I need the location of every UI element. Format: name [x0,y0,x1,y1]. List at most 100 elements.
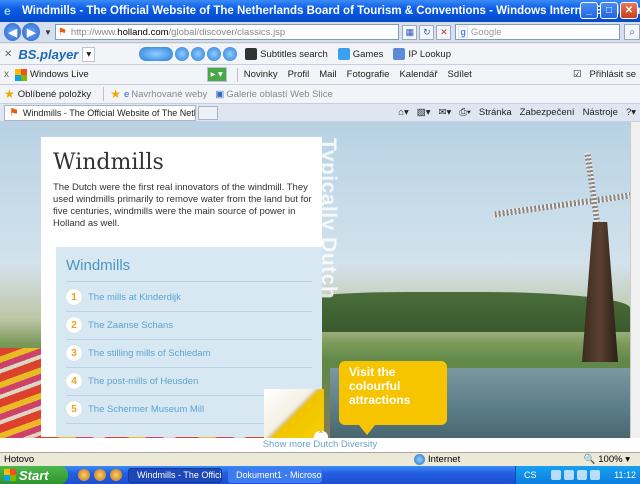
favorites-star-icon: ★ [4,87,15,101]
search-input[interactable]: g Google [455,24,621,40]
close-button[interactable]: ✕ [620,2,638,19]
signin-checkbox-icon[interactable]: ☑ [573,69,582,80]
live-item-1[interactable]: Profil [288,69,310,80]
visit-attractions-button[interactable]: Visit the colourful attractions [339,361,447,435]
back-button[interactable]: ◀ [4,23,22,41]
windows-live-label[interactable]: Windows Live [30,69,89,80]
safety-menu[interactable]: Zabezpečení [520,107,575,118]
history-dropdown-icon[interactable]: ▼ [44,28,52,37]
live-item-2[interactable]: Mail [319,69,336,80]
live-item-0[interactable]: Novinky [244,69,278,80]
minimize-button[interactable]: _ [580,2,598,19]
live-item-3[interactable]: Fotografie [347,69,390,80]
tab-row: ⚑ Windmills - The Official Website of Th… [0,104,640,122]
windows-live-icon [15,68,27,81]
help-icon[interactable]: ?▾ [626,107,636,118]
chevron-up-icon[interactable]: ⌃ [314,431,328,439]
list-item-link[interactable]: The Zaanse Schans [88,320,173,331]
media-play-icon[interactable] [191,47,206,61]
ip-lookup-button[interactable]: IP Lookup [393,48,451,60]
bsplayer-logo[interactable]: BS.player [18,47,78,62]
system-tray: CS 11:12 [515,466,640,484]
quicklaunch-app-icon[interactable] [94,469,106,481]
quicklaunch-app-icon[interactable] [78,469,90,481]
mail-icon[interactable]: ✉▾ [439,107,452,118]
start-label: Start [19,467,49,483]
url-host: holland.com [117,26,169,38]
list-item[interactable]: 4 The post-mills of Heusden [66,371,198,391]
quicklaunch-app-icon[interactable] [110,469,122,481]
stop-icon[interactable]: ✕ [436,24,452,40]
page-curl-corner[interactable] [264,389,324,438]
taskbar-item-ie[interactable]: Windmills - The Offici... [128,467,222,483]
live-toolbar-close-icon[interactable]: x [4,69,9,80]
windows-taskbar: Start Windmills - The Offici... Dokument… [0,466,640,484]
taskbar-item-word[interactable]: Dokument1 - Microsof... [228,467,322,483]
list-number-badge: 1 [66,289,82,305]
subtitles-search-button[interactable]: Subtitles search [245,48,328,60]
bsplayer-toolbar: ✕ BS.player ▾ Subtitles search Games IP … [0,44,640,65]
refresh-icon[interactable]: ↻ [419,24,435,40]
games-button[interactable]: Games [337,48,383,60]
maximize-button[interactable]: □ [600,2,618,19]
tab-favicon-icon: ⚑ [9,107,19,119]
address-field[interactable]: ⚑ http://www. holland.com/global/discover… [54,24,400,40]
tab-label: Windmills - The Official Website of The … [22,107,195,118]
list-item-link[interactable]: The Schermer Museum Mill [88,404,204,415]
tray-icon[interactable] [550,470,561,480]
visit-line-1: Visit the [349,365,396,379]
tab-windmills[interactable]: ⚑ Windmills - The Official Website of Th… [4,104,196,121]
web-slice-gallery-link[interactable]: Galerie oblastí Web Slice [226,89,333,100]
home-icon[interactable]: ⌂▾ [398,107,409,118]
tray-icon[interactable] [576,470,587,480]
signin-link[interactable]: Přihlásit se [590,69,636,80]
security-zone[interactable]: Internet [414,454,460,465]
favorites-button[interactable]: Oblíbené položky [18,89,91,100]
new-tab-button[interactable] [198,105,218,120]
list-item-link[interactable]: The mills at Kinderdijk [88,292,181,303]
media-pause-icon[interactable] [207,47,222,61]
forward-button[interactable]: ▶ [22,23,40,41]
zoom-level[interactable]: 🔍 100% ▾ [584,454,630,465]
print-icon[interactable]: ⎙▾ [459,107,471,118]
page-menu[interactable]: Stránka [479,107,512,118]
list-item[interactable]: 1 The mills at Kinderdijk [66,287,181,307]
list-item-link[interactable]: The stilling mills of Schiedam [88,348,211,359]
address-row: ◀ ▶ ▼ ⚑ http://www. holland.com/global/di… [0,22,640,43]
add-favorite-icon[interactable]: ★ [110,87,121,101]
media-pill-icon[interactable] [139,47,174,61]
window-title: Windmills - The Official Website of The … [21,5,640,17]
toolbar-close-icon[interactable]: ✕ [4,49,12,60]
tools-menu[interactable]: Nástroje [583,107,618,118]
list-item[interactable]: 2 The Zaanse Schans [66,315,173,335]
live-item-5[interactable]: Sdílet [447,69,471,80]
search-button[interactable]: ⌕ [624,24,640,40]
media-stop-icon[interactable] [223,47,238,61]
show-more-link[interactable]: Show more Dutch Diversity [263,439,378,450]
list-item[interactable]: 3 The stilling mills of Schiedam [66,343,211,363]
page-scrollbar[interactable] [630,122,640,438]
feeds-icon[interactable]: ▧▾ [417,107,431,118]
more-diversity-bar: ⌃ Show more Dutch Diversity [0,431,640,452]
vertical-banner-text: Typically Dutch [317,138,340,300]
language-indicator[interactable]: CS [524,470,537,480]
list-item-link[interactable]: The post-mills of Heusden [88,376,198,387]
compatibility-view-icon[interactable]: ▦ [402,24,418,40]
clock[interactable]: 11:12 [614,470,636,480]
visit-line-3: attractions [349,393,411,407]
start-button[interactable]: Start [0,466,68,484]
tray-icon[interactable] [563,470,574,480]
live-item-4[interactable]: Kalendář [399,69,437,80]
ie-logo-icon: e [4,4,11,18]
task-label: Dokument1 - Microsof... [236,470,322,480]
quick-launch [78,469,122,481]
live-search-dropdown[interactable]: ▸ ▾ [206,67,227,82]
windmill-body [582,222,618,362]
suggested-sites-link[interactable]: Navrhované weby [131,89,207,100]
volume-icon[interactable] [589,470,600,480]
subtitles-icon [245,48,258,60]
list-number-badge: 2 [66,317,82,333]
list-item[interactable]: 5 The Schermer Museum Mill [66,399,204,419]
bsplayer-search-dropdown[interactable]: ▾ [82,46,96,62]
media-prev-icon[interactable] [175,47,190,61]
